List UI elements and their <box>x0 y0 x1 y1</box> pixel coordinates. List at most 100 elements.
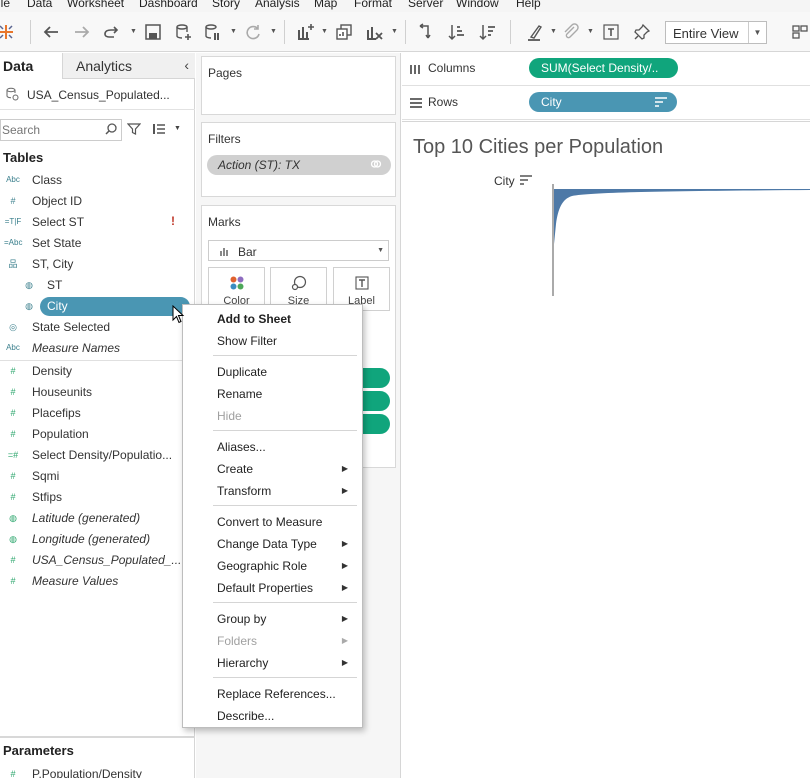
show-me-icon[interactable] <box>790 22 810 42</box>
refresh-caret-icon[interactable]: ▼ <box>270 28 277 35</box>
refresh-icon[interactable] <box>243 22 263 42</box>
pages-card[interactable]: Pages <box>201 56 396 115</box>
field-item[interactable]: # USA_Census_Populated_... <box>0 550 195 571</box>
field-item[interactable]: ◍ Longitude (generated) <box>0 529 195 550</box>
row-header-label[interactable]: City <box>494 174 515 188</box>
menu-item-change-data-type[interactable]: Change Data Type ▶ <box>183 533 362 555</box>
field-item[interactable]: Abc Class <box>0 170 195 191</box>
highlight-caret-icon[interactable]: ▼ <box>550 28 557 35</box>
field-item[interactable]: ◍ City <box>0 296 195 317</box>
menu-item-add-to-sheet[interactable]: Add to Sheet <box>183 308 362 330</box>
bar-chart[interactable] <box>552 184 810 296</box>
tab-analytics[interactable]: Analytics ‹ <box>62 53 195 79</box>
toolbar-separator <box>405 20 406 44</box>
duplicate-sheet-icon[interactable] <box>334 22 354 42</box>
group-paperclip-icon[interactable] <box>561 22 581 42</box>
tab-data[interactable]: Data <box>0 53 62 79</box>
field-item[interactable]: =# Select Density/Populatio... <box>0 445 195 466</box>
parameter-item[interactable]: # P.Population/Density <box>0 764 195 778</box>
back-arrow-icon[interactable] <box>41 22 61 42</box>
group-caret-icon[interactable]: ▼ <box>587 28 594 35</box>
search-icon[interactable] <box>104 122 118 136</box>
field-item[interactable]: # Placefips <box>0 403 195 424</box>
field-item[interactable]: 品 ST, City <box>0 254 195 275</box>
sort-descending-icon[interactable] <box>478 22 498 42</box>
field-item[interactable]: =Abc Set State <box>0 233 195 254</box>
menu-window[interactable]: Window <box>456 0 499 10</box>
menu-item-describe[interactable]: Describe... <box>183 705 362 727</box>
new-worksheet-icon[interactable] <box>295 22 315 42</box>
menu-format[interactable]: Format <box>354 0 392 10</box>
field-item[interactable]: # Population <box>0 424 195 445</box>
menu-data[interactable]: Data <box>27 0 52 10</box>
menu-item-default-properties[interactable]: Default Properties ▶ <box>183 577 362 599</box>
number-icon: # <box>10 555 16 565</box>
field-item[interactable]: # Houseunits <box>0 382 195 403</box>
field-item[interactable]: ◍ ST <box>0 275 195 296</box>
tableau-logo-icon[interactable] <box>0 22 16 42</box>
menu-item-label: Duplicate <box>217 365 268 379</box>
pin-icon[interactable] <box>632 22 652 42</box>
clear-sheet-caret-icon[interactable]: ▼ <box>391 28 398 35</box>
menu-help[interactable]: Help <box>516 0 541 10</box>
rows-shelf[interactable]: Rows City <box>402 87 810 120</box>
save-icon[interactable] <box>143 22 163 42</box>
menu-analysis[interactable]: Analysis <box>255 0 300 10</box>
new-worksheet-caret-icon[interactable]: ▼ <box>321 28 328 35</box>
highlight-pen-icon[interactable] <box>525 22 545 42</box>
bar-marks[interactable] <box>554 189 810 244</box>
field-item[interactable]: ◍ Latitude (generated) <box>0 508 195 529</box>
menu-item-replace-references[interactable]: Replace References... <box>183 683 362 705</box>
menu-map[interactable]: Map <box>314 0 337 10</box>
menu-story[interactable]: Story <box>212 0 240 10</box>
field-item[interactable]: # Measure Values <box>0 571 195 592</box>
calc-string-icon: =Abc <box>4 238 23 247</box>
menu-item-hierarchy[interactable]: Hierarchy ▶ <box>183 652 362 674</box>
menu-server[interactable]: Server <box>408 0 443 10</box>
redo-caret-icon[interactable]: ▼ <box>130 28 137 35</box>
filter-funnel-icon[interactable] <box>127 122 141 136</box>
mark-type-dropdown[interactable]: Bar ▼ <box>208 240 389 261</box>
new-datasource-icon[interactable] <box>173 22 193 42</box>
menu-item-rename[interactable]: Rename <box>183 383 362 405</box>
menu-file[interactable]: ile <box>0 0 10 10</box>
menu-item-create[interactable]: Create ▶ <box>183 458 362 480</box>
list-view-icon[interactable] <box>152 122 166 136</box>
menu-item-duplicate[interactable]: Duplicate <box>183 361 362 383</box>
field-item[interactable]: =T|F Select ST! <box>0 212 195 233</box>
swap-axes-icon[interactable] <box>416 22 436 42</box>
menu-worksheet[interactable]: Worksheet <box>67 0 124 10</box>
pause-datasource-icon[interactable] <box>202 22 222 42</box>
rows-pill[interactable]: City <box>529 92 677 112</box>
field-item[interactable]: # Object ID <box>0 191 195 212</box>
datasource-item[interactable]: USA_Census_Populated... <box>0 80 195 110</box>
columns-shelf[interactable]: Columns SUM(Select Density/.. <box>402 53 810 86</box>
set-icon: ◎ <box>9 322 17 332</box>
datasource-caret-icon[interactable]: ▼ <box>230 28 237 35</box>
columns-pill[interactable]: SUM(Select Density/.. <box>529 58 678 78</box>
chevron-down-icon[interactable]: ▼ <box>174 125 181 132</box>
menu-item-group-by[interactable]: Group by ▶ <box>183 608 362 630</box>
field-item[interactable]: # Sqmi <box>0 466 195 487</box>
field-item[interactable]: # Density <box>0 361 195 382</box>
sort-ascending-icon[interactable] <box>447 22 467 42</box>
menu-item-geographic-role[interactable]: Geographic Role ▶ <box>183 555 362 577</box>
menu-item-show-filter[interactable]: Show Filter <box>183 330 362 352</box>
sort-descending-icon[interactable] <box>520 175 532 185</box>
redo-loop-icon[interactable] <box>101 22 121 42</box>
field-item[interactable]: # Stfips <box>0 487 195 508</box>
menu-item-aliases[interactable]: Aliases... <box>183 436 362 458</box>
forward-arrow-icon[interactable] <box>72 22 92 42</box>
menu-item-transform[interactable]: Transform ▶ <box>183 480 362 502</box>
field-item[interactable]: Abc Measure Names <box>0 338 195 359</box>
chevron-left-icon[interactable]: ‹ <box>184 57 189 73</box>
menu-item-convert-to-measure[interactable]: Convert to Measure <box>183 511 362 533</box>
field-item[interactable]: ◎ State Selected <box>0 317 195 338</box>
show-labels-icon[interactable] <box>601 22 621 42</box>
filters-card[interactable]: Filters Action (ST): TX <box>201 122 396 197</box>
clear-sheet-icon[interactable] <box>364 22 384 42</box>
filter-pill[interactable]: Action (ST): TX <box>207 155 391 175</box>
view-fit-dropdown[interactable]: Entire View ▼ <box>665 21 767 44</box>
menu-dashboard[interactable]: Dashboard <box>139 0 198 10</box>
menu-separator <box>213 355 357 356</box>
